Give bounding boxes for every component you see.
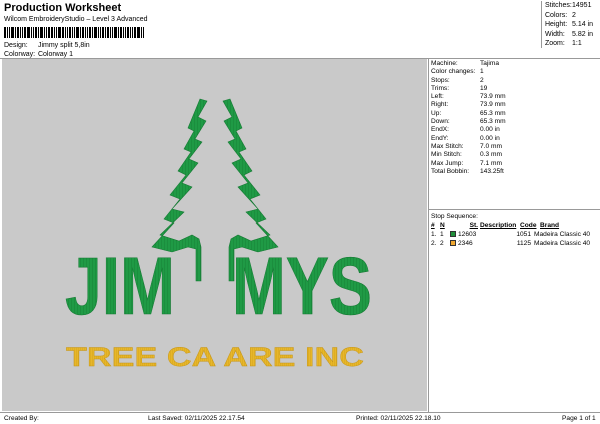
color-swatch-icon — [450, 240, 456, 247]
design-row: Design: Jimmy split 5,8in — [4, 42, 90, 49]
seq-num: 2. — [431, 240, 437, 247]
page-number: Page 1 of 1 — [562, 415, 596, 422]
info-row: Right: 73.9 mm — [431, 101, 599, 109]
info-label: Down: — [431, 118, 450, 126]
stat-row: Height: 5.14 in — [545, 21, 594, 28]
color-swatch-icon — [450, 231, 456, 238]
info-row: Max Jump: 7.1 mm — [431, 160, 599, 168]
info-label: Color changes: — [431, 68, 476, 76]
seq-brand: Madeira Classic 40 — [534, 231, 591, 238]
seq-color: 12603 — [450, 230, 486, 239]
info-label: Left: — [431, 93, 444, 101]
info-value: 0.00 in — [480, 126, 500, 134]
info-value: 73.9 mm — [480, 101, 506, 109]
divider — [0, 412, 600, 413]
info-value: 2 — [480, 76, 484, 84]
design-text-mys: MYS — [232, 241, 372, 332]
stat-row: Stitches:14951 — [545, 2, 592, 9]
footer: Created By: Last Saved: 02/11/2025 22.17… — [0, 414, 600, 424]
seq-brand: Madeira Classic 40 — [534, 240, 591, 247]
design-preview: JIM MYS TREE CA ARE INC — [2, 59, 427, 411]
divider — [428, 209, 600, 210]
info-value: 0.00 in — [480, 134, 500, 142]
created-by: Created By: — [4, 415, 39, 422]
stop-sequence: Stop Sequence: # N St. Description Code … — [431, 212, 599, 248]
info-row: EndX: 0.00 in — [431, 126, 599, 134]
info-label: Trims: — [431, 84, 450, 92]
seq-n: 2 — [440, 240, 444, 247]
last-saved: Last Saved: 02/11/2025 22.17.54 — [148, 415, 245, 422]
info-label: EndX: — [431, 126, 449, 134]
info-row: Down: 65.3 mm — [431, 118, 599, 126]
info-row: EndY: 0.00 in — [431, 135, 599, 143]
info-value: 19 — [480, 84, 488, 92]
stop-sequence-title: Stop Sequence: — [431, 213, 478, 220]
info-value: 7.1 mm — [480, 159, 502, 167]
software-name: Wilcom EmbroideryStudio – Level 3 Advanc… — [4, 16, 148, 23]
info-row: Total Bobbin: 143.25ft — [431, 168, 599, 176]
info-row: Up: 65.3 mm — [431, 110, 599, 118]
design-text-jim: JIM — [65, 241, 175, 332]
info-row: Trims: 19 — [431, 85, 599, 93]
info-label: Min Stitch: — [431, 151, 462, 159]
stat-row: Width: 5.82 in — [545, 30, 594, 38]
info-label: Machine: — [431, 60, 458, 67]
colorway-label: Colorway: — [4, 51, 36, 58]
info-row: Min Stitch: 0.3 mm — [431, 151, 599, 159]
embroidery-design: JIM MYS TREE CA ARE INC — [65, 98, 372, 372]
info-label: Total Bobbin: — [431, 167, 470, 175]
seq-color: 2346 — [450, 239, 486, 248]
seq-n: 1 — [440, 231, 444, 238]
stats-box: Stitches:14951 Colors: 2 Height: 5.14 in W… — [541, 1, 599, 48]
stat-row: Zoom: 1:1 — [545, 40, 582, 47]
seq-stitches: 1125 — [516, 240, 531, 247]
printed-date: Printed: 02/11/2025 22.18.10 — [356, 415, 441, 422]
info-value: 7.0 mm — [480, 142, 502, 150]
divider — [428, 58, 429, 412]
stat-row: Colors: 2 — [545, 11, 576, 19]
info-value: 143.25ft — [480, 167, 504, 175]
info-label: Stops: — [431, 76, 450, 84]
barcode — [4, 27, 164, 38]
colorway-value: Colorway 1 — [37, 51, 73, 58]
info-row: Left: 73.9 mm — [431, 93, 599, 101]
info-value: 0.3 mm — [480, 151, 502, 159]
colorway-row: Colorway: Colorway 1 — [4, 51, 73, 58]
info-label: EndY: — [431, 134, 449, 142]
info-value: Tajima — [480, 60, 500, 67]
design-label: Design: — [4, 42, 28, 49]
info-value: 1 — [480, 68, 484, 76]
sequence-row: 2. 2 2346 1125 Madeira Classic 40 — [431, 239, 599, 248]
info-value: 73.9 mm — [480, 93, 506, 101]
design-text-tagline: TREE CA ARE INC — [66, 342, 364, 372]
sequence-header: # N St. Description Code Brand — [431, 222, 560, 229]
design-value: Jimmy split 5,8in — [37, 42, 90, 49]
info-row: Machine: Tajima — [431, 60, 599, 68]
info-label: Right: — [431, 101, 449, 109]
info-label: Max Jump: — [431, 159, 464, 167]
info-value: 65.3 mm — [480, 118, 506, 126]
worksheet-title: Production Worksheet — [4, 2, 122, 14]
info-row: Stops: 2 — [431, 77, 599, 85]
seq-stitches: 1051 — [516, 231, 531, 238]
info-row: Max Stitch: 7.0 mm — [431, 143, 599, 151]
info-label: Up: — [431, 109, 442, 117]
info-value: 65.3 mm — [480, 109, 506, 117]
info-label: Max Stitch: — [431, 142, 464, 150]
sequence-row: 1. 1 12603 1051 Madeira Classic 40 — [431, 230, 599, 239]
machine-info-panel: Machine: Tajima Color changes: 1 Stops: 2 Trim… — [431, 60, 599, 176]
seq-num: 1. — [431, 231, 437, 238]
info-row: Color changes: 1 — [431, 68, 599, 76]
